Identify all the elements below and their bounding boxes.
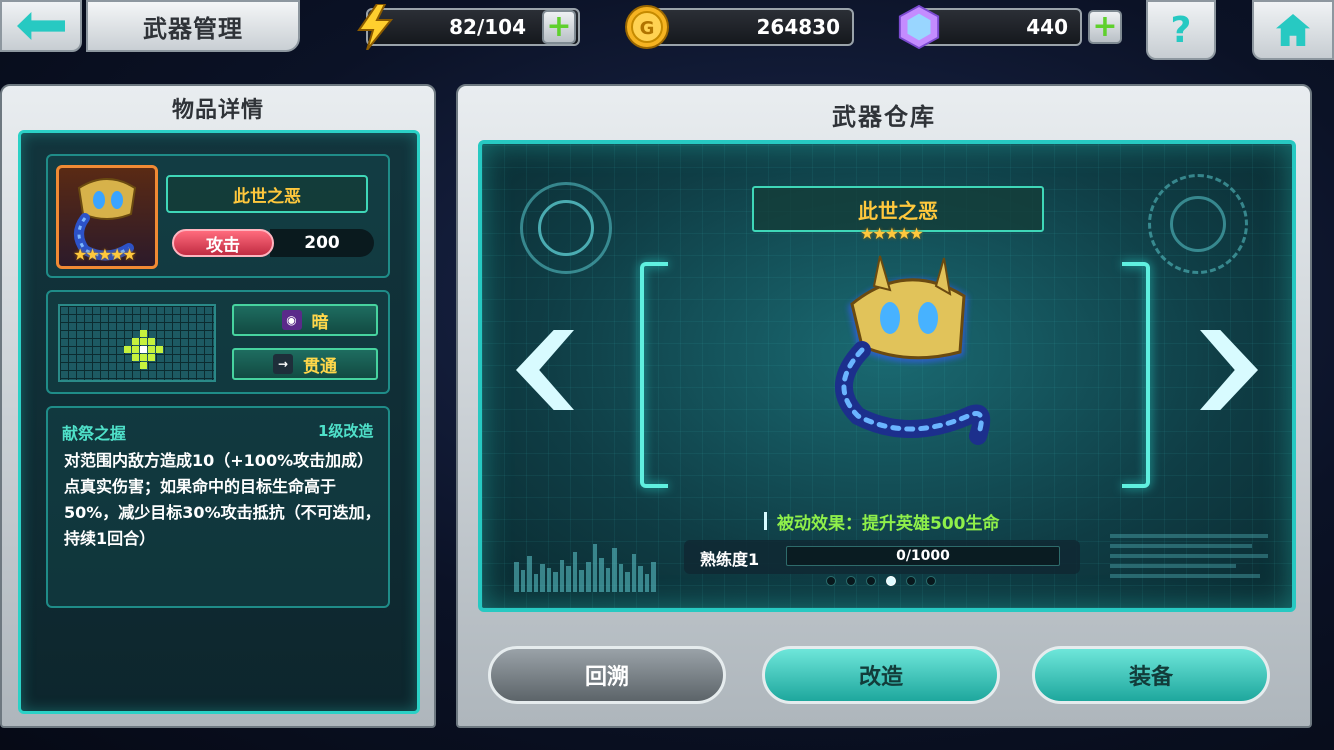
add-gem-button[interactable]: +: [1088, 10, 1122, 44]
hud-equalizer: [514, 540, 657, 592]
warehouse-title: 武器仓库: [832, 102, 936, 131]
weapon-art-large-icon: [835, 255, 991, 445]
element-tag[interactable]: ◉ 暗: [232, 304, 378, 336]
weapon-thumb-stars: ★★★★★: [73, 245, 137, 264]
svg-text:G: G: [640, 18, 655, 39]
showcase-stars: ★★★★★: [860, 224, 924, 243]
attack-value: 200: [270, 229, 374, 257]
element-tag-label: 暗: [311, 312, 329, 333]
weapon-name: 此世之恶: [233, 186, 301, 207]
page-dot[interactable]: [906, 576, 916, 586]
add-energy-button[interactable]: +: [542, 10, 576, 44]
attack-label: 攻击: [172, 229, 274, 257]
home-button[interactable]: [1252, 0, 1334, 60]
item-detail-title: 物品详情: [171, 98, 264, 123]
hud-target-right-inner: [1170, 196, 1226, 252]
gem-icon: [896, 4, 942, 50]
page-dot[interactable]: [866, 576, 876, 586]
page-dot[interactable]: [846, 576, 856, 586]
proficiency-bar: 0/1000: [786, 546, 1060, 566]
page-dot[interactable]: [886, 576, 896, 586]
pierce-icon: →: [273, 354, 293, 374]
lightning-icon: [352, 4, 398, 50]
attack-range-grid: [58, 304, 216, 382]
proficiency-label: 熟练度1: [700, 550, 760, 569]
skill-name: 献祭之握: [62, 424, 127, 443]
page-indicator: [826, 576, 936, 586]
passive-effect-text: 被动效果：提升英雄500生命: [777, 513, 1000, 534]
attack-type-tag[interactable]: → 贯通: [232, 348, 378, 380]
rollback-button[interactable]: 回溯: [488, 646, 726, 704]
back-arrow-icon: [17, 12, 65, 40]
gold-value: 264830: [756, 15, 841, 39]
equip-button[interactable]: 装备: [1032, 646, 1270, 704]
passive-effect: 被动效果：提升英雄500生命: [764, 508, 1044, 534]
back-button[interactable]: [0, 0, 82, 52]
skill-description: 对范围内敌方造成10（+100%攻击加成）点真实伤害；如果命中的目标生命高于50…: [64, 451, 381, 548]
gold-coin-icon: G: [624, 4, 670, 50]
showcase-bracket-right: [1122, 262, 1150, 488]
gem-value: 440: [1026, 15, 1068, 39]
home-icon: [1276, 14, 1310, 46]
showcase-bracket-left: [640, 262, 668, 488]
weapon-thumbnail[interactable]: ★★★★★: [56, 165, 158, 269]
skill-level: 1级改造: [318, 422, 374, 440]
question-icon: ?: [1170, 9, 1192, 51]
page-title: 武器管理: [86, 0, 300, 52]
hud-target-left-inner: [538, 200, 594, 256]
attack-type-label: 贯通: [303, 356, 337, 377]
proficiency-text: 0/1000: [896, 548, 950, 564]
passive-marker: [764, 512, 767, 530]
dark-element-icon: ◉: [281, 310, 302, 330]
gold-counter: 264830: [640, 8, 854, 46]
refine-label: 改造: [858, 665, 903, 690]
rollback-label: 回溯: [584, 665, 629, 690]
refine-button[interactable]: 改造: [762, 646, 1000, 704]
equip-label: 装备: [1128, 665, 1173, 690]
top-bar: 武器管理 82/104 + 264830 G 440 + ?: [0, 0, 1334, 62]
page-dot[interactable]: [926, 576, 936, 586]
hud-lines: [1110, 534, 1268, 590]
energy-value: 82/104: [449, 15, 526, 39]
weapon-name-plate: 此世之恶: [166, 175, 368, 213]
page-dot[interactable]: [826, 576, 836, 586]
help-button[interactable]: ?: [1146, 0, 1216, 60]
showcase-weapon-art[interactable]: [818, 246, 994, 446]
